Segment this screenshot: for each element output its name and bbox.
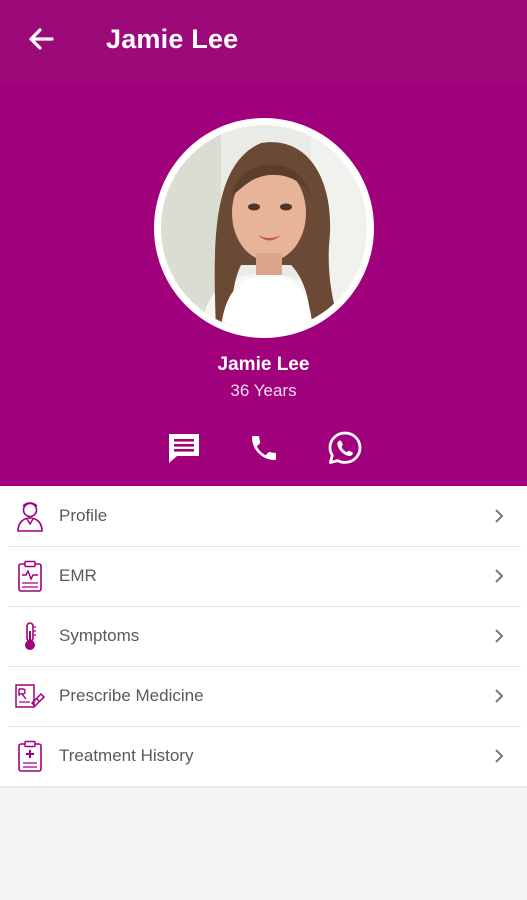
chevron-right-icon bbox=[491, 746, 507, 766]
menu-item-label: Prescribe Medicine bbox=[59, 686, 204, 705]
clipboard-chart-icon bbox=[14, 560, 46, 592]
menu-item-profile[interactable]: Profile bbox=[0, 486, 527, 546]
patient-name: Jamie Lee bbox=[217, 354, 310, 375]
app-bar: Jamie Lee bbox=[0, 0, 527, 82]
menu-item-treatment-history[interactable]: Treatment History bbox=[0, 726, 527, 786]
menu-divider bbox=[0, 786, 527, 788]
profile-header: Jamie Lee 36 Years bbox=[0, 82, 527, 486]
menu-item-label: Treatment History bbox=[59, 746, 194, 765]
call-button[interactable] bbox=[244, 430, 284, 470]
prescription-icon bbox=[14, 680, 46, 712]
message-icon bbox=[166, 431, 202, 470]
menu-item-label: Profile bbox=[59, 506, 108, 525]
chevron-right-icon bbox=[491, 686, 507, 706]
patient-age: 36 Years bbox=[230, 381, 297, 400]
chevron-right-icon bbox=[491, 626, 507, 646]
whatsapp-icon bbox=[327, 430, 363, 471]
avatar bbox=[161, 125, 367, 331]
arrow-left-icon bbox=[28, 27, 54, 55]
phone-icon bbox=[248, 432, 280, 469]
page-title: Jamie Lee bbox=[106, 24, 239, 54]
menu-item-label: Symptoms bbox=[59, 626, 140, 645]
back-button[interactable] bbox=[20, 22, 62, 60]
message-button[interactable] bbox=[164, 430, 204, 470]
chevron-right-icon bbox=[491, 566, 507, 586]
avatar-frame bbox=[154, 118, 374, 338]
person-icon bbox=[14, 500, 46, 532]
whatsapp-button[interactable] bbox=[325, 430, 365, 470]
menu-item-prescribe-medicine[interactable]: Prescribe Medicine bbox=[0, 666, 527, 726]
chevron-right-icon bbox=[491, 506, 507, 526]
thermometer-icon bbox=[14, 620, 46, 652]
medical-record-icon bbox=[14, 740, 46, 772]
menu-item-label: EMR bbox=[59, 566, 97, 585]
patient-menu: Profile EMR Symptoms Prescribe Medicine … bbox=[0, 486, 527, 788]
menu-item-emr[interactable]: EMR bbox=[0, 546, 527, 606]
quick-actions bbox=[0, 430, 527, 470]
menu-item-symptoms[interactable]: Symptoms bbox=[0, 606, 527, 666]
